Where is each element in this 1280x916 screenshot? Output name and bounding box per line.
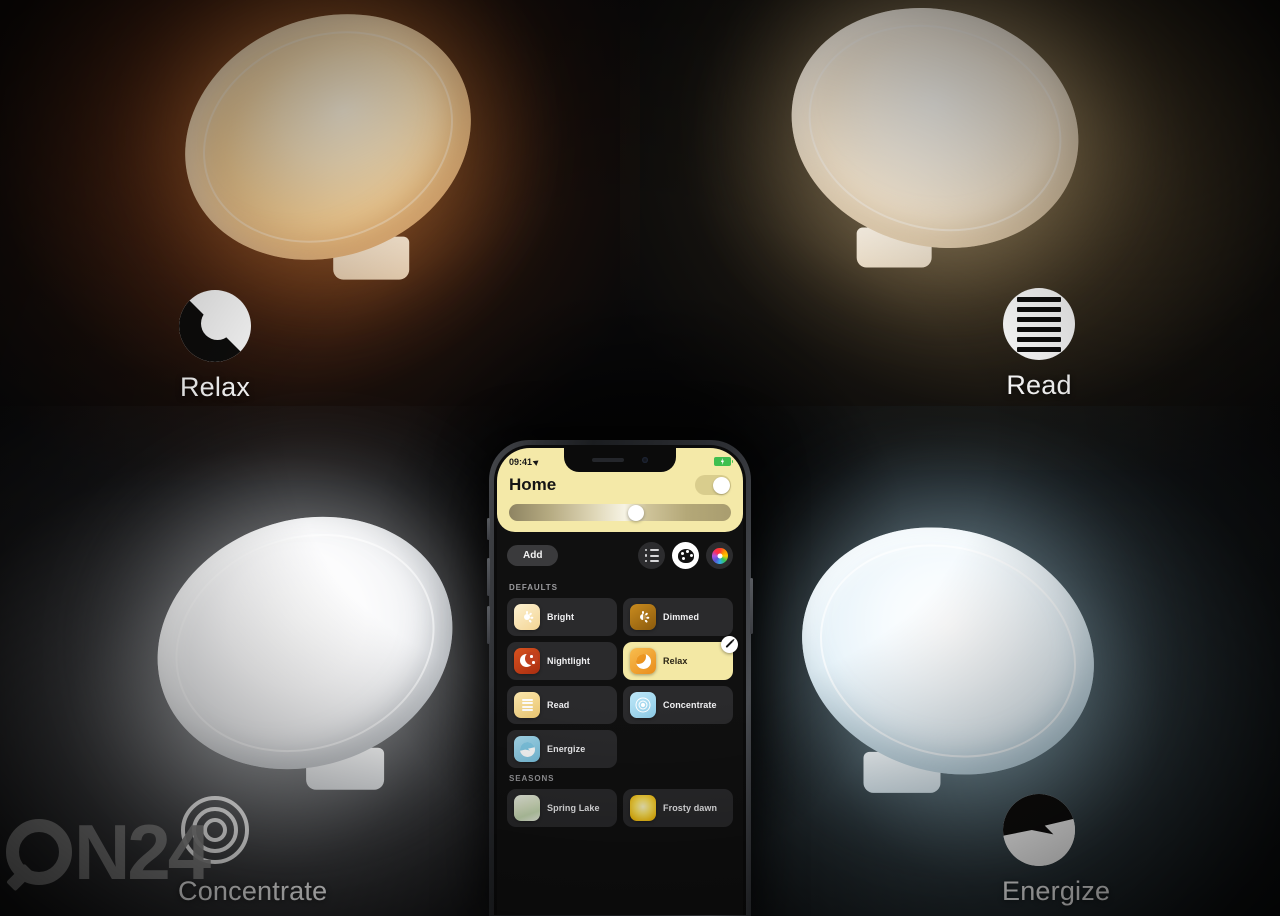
list-view-icon[interactable] <box>638 542 665 569</box>
spring-lake-thumb <box>514 795 540 821</box>
lamp-read <box>679 0 1191 356</box>
on24-watermark-logo: N24 <box>6 806 256 898</box>
lamp-relax <box>59 0 597 383</box>
scene-tile-label: Concentrate <box>663 700 717 710</box>
scene-tile-label: Frosty dawn <box>663 803 718 813</box>
scene-tile-energize[interactable]: Energize <box>507 730 617 768</box>
scene-tile-relax[interactable]: Relax <box>623 636 738 680</box>
defaults-scene-grid: Bright Dimmed Nightlight Relax Read Conc… <box>507 598 738 768</box>
scene-tile-read[interactable]: Read <box>507 686 617 724</box>
scene-tile-spring-lake[interactable]: Spring Lake <box>507 789 617 827</box>
scene-list: DEFAULTS Bright Dimmed Nightlight Relax … <box>497 575 743 827</box>
scene-tile-label: Dimmed <box>663 612 700 622</box>
scene-tile-nightlight[interactable]: Nightlight <box>507 642 617 680</box>
volume-down-button[interactable] <box>487 606 490 644</box>
energize-bolt-icon <box>1003 794 1075 866</box>
scene-tile-label: Energize <box>547 744 586 754</box>
status-time: 09:41 <box>509 456 533 467</box>
read-lines-icon <box>1003 288 1075 360</box>
watermark-text: N24 <box>74 808 211 896</box>
device-notch <box>564 448 676 472</box>
earpiece-speaker <box>592 458 624 462</box>
scene-tile-label: Spring Lake <box>547 803 600 813</box>
relax-crescent-icon <box>179 290 251 362</box>
scene-tile-label: Bright <box>547 612 575 622</box>
scene-badge-relax: Relax <box>178 290 252 403</box>
scene-tile-label: Relax <box>663 656 688 666</box>
target-icon <box>630 692 656 718</box>
battery-charging-icon <box>714 457 733 466</box>
brightness-slider-knob[interactable] <box>627 504 644 521</box>
section-label-defaults: DEFAULTS <box>509 583 558 592</box>
volume-up-button[interactable] <box>487 558 490 596</box>
color-wheel-icon[interactable] <box>706 542 733 569</box>
add-button[interactable]: Add <box>507 545 559 566</box>
home-title-row: Home <box>509 475 731 495</box>
scene-tile-bright[interactable]: Bright <box>507 598 617 636</box>
seasons-scene-grid: Spring Lake Frosty dawn <box>507 789 733 827</box>
scene-tile-label: Nightlight <box>547 656 590 666</box>
location-arrow-icon <box>532 457 541 466</box>
grid-spacer <box>623 730 733 768</box>
all-lights-toggle[interactable] <box>695 475 731 495</box>
frosty-dawn-thumb <box>630 795 656 821</box>
scene-tile-frosty-dawn[interactable]: Frosty dawn <box>623 789 733 827</box>
scene-tile-concentrate[interactable]: Concentrate <box>623 686 733 724</box>
silent-switch[interactable] <box>487 518 490 540</box>
half-sun-icon <box>630 604 656 630</box>
scene-badge-label: Relax <box>179 372 251 402</box>
phone-bezel: 09:41 Home Add DEFAULTS Bright Dimmed Ni… <box>494 445 746 915</box>
scene-badge-read: Read <box>1002 288 1076 401</box>
front-camera <box>642 457 648 463</box>
lines-icon <box>514 692 540 718</box>
palette-icon[interactable] <box>672 542 699 569</box>
scene-tile-dimmed[interactable]: Dimmed <box>623 598 733 636</box>
scene-tile-label: Read <box>547 700 570 710</box>
lamp-concentrate <box>32 395 578 891</box>
page-title: Home <box>509 475 557 494</box>
crescent-icon <box>630 648 656 674</box>
magnifier-o-icon <box>6 819 72 885</box>
sun-icon <box>514 604 540 630</box>
section-label-seasons: SEASONS <box>509 774 555 783</box>
power-button[interactable] <box>750 578 753 634</box>
phone-device: 09:41 Home Add DEFAULTS Bright Dimmed Ni… <box>487 440 753 916</box>
screen-bottom-fade <box>497 889 743 915</box>
scene-badge-energize: Energize <box>1002 794 1111 907</box>
edit-scene-button[interactable] <box>721 636 738 653</box>
lamp-energize <box>682 412 1214 890</box>
hue-lamp-scene-poster: Relax Read Concentrate Energize N24 09:4… <box>0 0 1280 916</box>
scene-badge-label: Energize <box>1002 876 1111 906</box>
toggle-knob <box>712 476 730 494</box>
brightness-slider[interactable] <box>509 504 731 521</box>
scene-toolbar: Add <box>497 532 743 575</box>
scene-badge-label: Read <box>1006 370 1072 400</box>
moon-stars-icon <box>514 648 540 674</box>
bolt-icon <box>514 736 540 762</box>
phone-screen: 09:41 Home Add DEFAULTS Bright Dimmed Ni… <box>497 448 743 915</box>
